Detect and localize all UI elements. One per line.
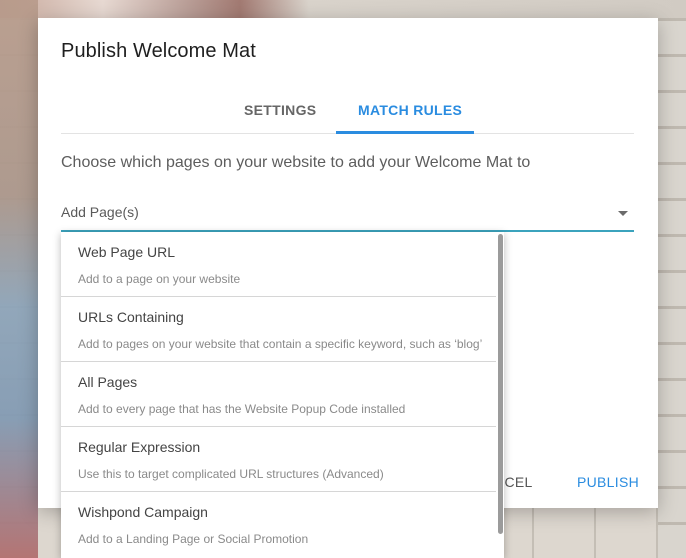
menu-item-urls-containing[interactable]: URLs Containing Add to pages on your web…: [61, 297, 496, 362]
menu-item-title: Web Page URL: [78, 244, 176, 260]
menu-item-title: URLs Containing: [78, 309, 184, 325]
background-top-photo: [0, 0, 686, 18]
menu-scrollbar[interactable]: [498, 234, 503, 534]
menu-item-regular-expression[interactable]: Regular Expression Use this to target co…: [61, 427, 496, 492]
tab-bar: SETTINGS MATCH RULES: [61, 88, 634, 134]
menu-item-description: Add to a page on your website: [78, 272, 241, 286]
menu-item-title: Wishpond Campaign: [78, 504, 208, 520]
caret-down-icon[interactable]: [618, 211, 628, 216]
tab-settings[interactable]: SETTINGS: [244, 102, 316, 118]
add-pages-placeholder: Add Page(s): [61, 204, 139, 220]
menu-item-all-pages[interactable]: All Pages Add to every page that has the…: [61, 362, 496, 427]
menu-item-description: Add to pages on your website that contai…: [78, 337, 483, 351]
menu-item-description: Add to every page that has the Website P…: [78, 402, 406, 416]
active-tab-indicator: [336, 131, 474, 134]
menu-item-wishpond-campaign[interactable]: Wishpond Campaign Add to a Landing Page …: [61, 492, 496, 557]
add-pages-dropdown-menu: Web Page URL Add to a page on your websi…: [61, 232, 504, 558]
tab-match-rules[interactable]: MATCH RULES: [358, 102, 462, 118]
menu-item-description: Add to a Landing Page or Social Promotio…: [78, 532, 309, 546]
menu-item-description: Use this to target complicated URL struc…: [78, 467, 384, 481]
add-pages-select[interactable]: Add Page(s): [61, 201, 634, 232]
menu-item-title: Regular Expression: [78, 439, 201, 455]
menu-item-web-page-url[interactable]: Web Page URL Add to a page on your websi…: [61, 232, 496, 297]
background-left-photo: [0, 0, 38, 558]
background-right-wall: [656, 18, 686, 558]
instructions-text: Choose which pages on your website to ad…: [61, 154, 531, 171]
dialog-title: Publish Welcome Mat: [61, 40, 256, 62]
menu-item-title: All Pages: [78, 374, 138, 390]
publish-button[interactable]: PUBLISH: [577, 474, 639, 490]
